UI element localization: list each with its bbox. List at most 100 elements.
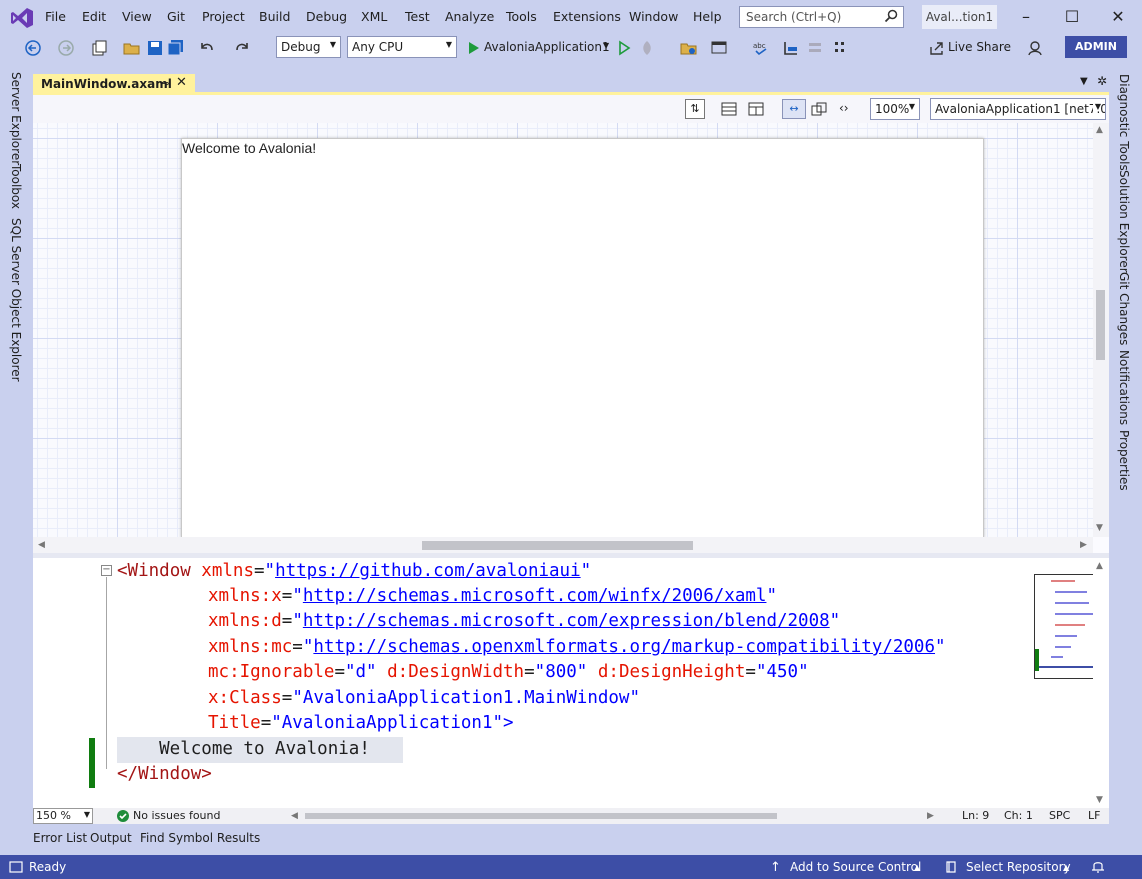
feedback-icon[interactable]: [1026, 39, 1044, 57]
solution-name-badge[interactable]: Aval...tion1: [922, 5, 997, 29]
run-target-button[interactable]: AvaloniaApplication1: [484, 40, 610, 54]
menu-help[interactable]: Help: [693, 9, 722, 24]
editor-vertical-scrollbar[interactable]: [1093, 558, 1109, 808]
menu-build[interactable]: Build: [259, 9, 290, 24]
minimize-button[interactable]: –: [1010, 4, 1042, 30]
horizontal-split-icon[interactable]: [721, 101, 737, 117]
forward-icon[interactable]: [57, 39, 75, 57]
new-project-icon[interactable]: [90, 39, 108, 57]
sql-server-object-explorer-tab[interactable]: SQL Server Object Explorer: [9, 218, 23, 382]
add-to-source-control-button[interactable]: Add to Source Control: [790, 860, 921, 874]
notification-bell-icon[interactable]: [1091, 859, 1105, 874]
code-view-icon[interactable]: ‹›: [839, 101, 849, 115]
scroll-right-icon[interactable]: ▶: [1080, 540, 1087, 550]
chevron-up-icon[interactable]: ▲: [1063, 863, 1069, 872]
line-number-status[interactable]: Ln: 9: [962, 809, 989, 822]
diagnostic-tools-tab[interactable]: Diagnostic Tools: [1117, 74, 1131, 171]
start-without-debugging-icon[interactable]: [615, 39, 633, 57]
menu-analyze[interactable]: Analyze: [445, 9, 494, 24]
close-tab-icon[interactable]: ✕: [176, 75, 187, 90]
toolbox-tab[interactable]: Toolbox: [9, 164, 23, 209]
designer-vertical-scroll-thumb[interactable]: [1096, 290, 1105, 360]
menu-view[interactable]: View: [122, 9, 152, 24]
pin-tab-icon[interactable]: ⊸: [160, 77, 169, 90]
menu-edit[interactable]: Edit: [82, 9, 106, 24]
editor-horizontal-scroll-thumb[interactable]: [305, 813, 777, 819]
visual-studio-logo-icon[interactable]: [10, 7, 34, 29]
issues-status[interactable]: No issues found: [133, 809, 220, 822]
platform-select[interactable]: Any CPU ▼: [347, 36, 457, 58]
configuration-select[interactable]: Debug ▼: [276, 36, 341, 58]
menu-debug[interactable]: Debug: [306, 9, 347, 24]
error-list-tab[interactable]: Error List: [33, 831, 87, 845]
scroll-down-icon[interactable]: ▼: [1096, 523, 1103, 533]
find-symbol-results-tab[interactable]: Find Symbol Results: [140, 831, 260, 845]
output-tab[interactable]: Output: [90, 831, 132, 845]
code-link[interactable]: http://schemas.microsoft.com/expression/…: [303, 611, 830, 631]
preview-window[interactable]: [181, 138, 984, 538]
hot-reload-icon[interactable]: [638, 39, 656, 57]
fit-width-icon[interactable]: ↔: [782, 99, 806, 119]
window-layout-icon[interactable]: [710, 39, 728, 57]
redo-icon[interactable]: [233, 39, 251, 57]
bookmark-toggle-icon[interactable]: [832, 39, 850, 57]
collapse-icon[interactable]: −: [101, 565, 112, 576]
maximize-button[interactable]: ☐: [1056, 4, 1088, 30]
code-line-5: mc:Ignorable="d" d:DesignWidth="800" d:D…: [208, 662, 809, 682]
live-share-icon[interactable]: [928, 39, 946, 57]
code-line-6: x:Class="AvaloniaApplication1.MainWindow…: [208, 688, 640, 708]
line-ending-status[interactable]: LF: [1088, 809, 1100, 822]
scroll-right-icon[interactable]: ▶: [927, 811, 934, 821]
scroll-up-icon[interactable]: ▲: [1096, 561, 1103, 571]
save-icon[interactable]: [146, 39, 164, 57]
editor-zoom-select[interactable]: 150 % ▼: [33, 808, 93, 824]
search-input[interactable]: Search (Ctrl+Q): [739, 6, 904, 28]
start-debugging-icon[interactable]: [465, 39, 483, 57]
column-number-status[interactable]: Ch: 1: [1004, 809, 1033, 822]
menu-file[interactable]: File: [45, 9, 66, 24]
code-link[interactable]: http://schemas.openxmlformats.org/markup…: [313, 637, 935, 657]
scroll-up-icon[interactable]: ▲: [1096, 125, 1103, 135]
git-changes-tab[interactable]: Git Changes: [1117, 272, 1131, 345]
whitespace-status[interactable]: SPC: [1049, 809, 1070, 822]
menu-tools[interactable]: Tools: [506, 9, 537, 24]
menu-test[interactable]: Test: [405, 9, 430, 24]
back-icon[interactable]: [24, 39, 42, 57]
select-repository-button[interactable]: Select Repository: [966, 860, 1071, 874]
designer-zoom-select[interactable]: 100% ▼: [870, 98, 920, 120]
vertical-split-icon[interactable]: [748, 101, 764, 117]
scroll-down-icon[interactable]: ▼: [1096, 795, 1103, 805]
solution-explorer-folder-icon[interactable]: [680, 39, 698, 57]
uncomment-icon[interactable]: [806, 39, 824, 57]
properties-tab[interactable]: Properties: [1117, 430, 1131, 491]
menu-project[interactable]: Project: [202, 9, 245, 24]
close-window-button[interactable]: ✕: [1102, 4, 1134, 30]
fit-to-window-icon[interactable]: [811, 101, 827, 117]
save-all-icon[interactable]: [167, 39, 185, 57]
menu-extensions[interactable]: Extensions: [553, 9, 621, 24]
spell-check-icon[interactable]: abc: [752, 39, 770, 57]
scroll-left-icon[interactable]: ◀: [38, 540, 45, 550]
target-framework-select[interactable]: AvaloniaApplication1 [net7.0] ▼: [930, 98, 1106, 120]
solution-explorer-tab[interactable]: Solution Explorer: [1117, 170, 1131, 273]
designer-horizontal-scroll-thumb[interactable]: [422, 541, 693, 550]
code-link[interactable]: http://schemas.microsoft.com/winfx/2006/…: [303, 586, 767, 606]
token: Welcome to Avalonia!: [117, 739, 370, 759]
comment-icon[interactable]: [782, 39, 800, 57]
swap-panes-icon[interactable]: ⇅: [685, 99, 705, 119]
chevron-up-icon[interactable]: ▲: [914, 863, 920, 872]
run-target-dropdown-icon[interactable]: ▼: [603, 41, 609, 50]
undo-icon[interactable]: [198, 39, 216, 57]
menu-window[interactable]: Window: [629, 9, 678, 24]
notifications-tab[interactable]: Notifications: [1117, 350, 1131, 425]
server-explorer-tab[interactable]: Server Explorer: [9, 72, 23, 165]
scroll-left-icon[interactable]: ◀: [291, 811, 298, 821]
account-button[interactable]: ADMIN: [1065, 36, 1127, 58]
code-link[interactable]: https://github.com/avaloniaui: [275, 561, 581, 581]
menu-xml[interactable]: XML: [361, 9, 387, 24]
menu-git[interactable]: Git: [167, 9, 185, 24]
live-share-button[interactable]: Live Share: [948, 40, 1011, 54]
gear-icon[interactable]: ✲: [1097, 74, 1107, 88]
open-folder-icon[interactable]: [123, 39, 141, 57]
tab-overflow-dropdown-icon[interactable]: ▼: [1080, 76, 1088, 87]
